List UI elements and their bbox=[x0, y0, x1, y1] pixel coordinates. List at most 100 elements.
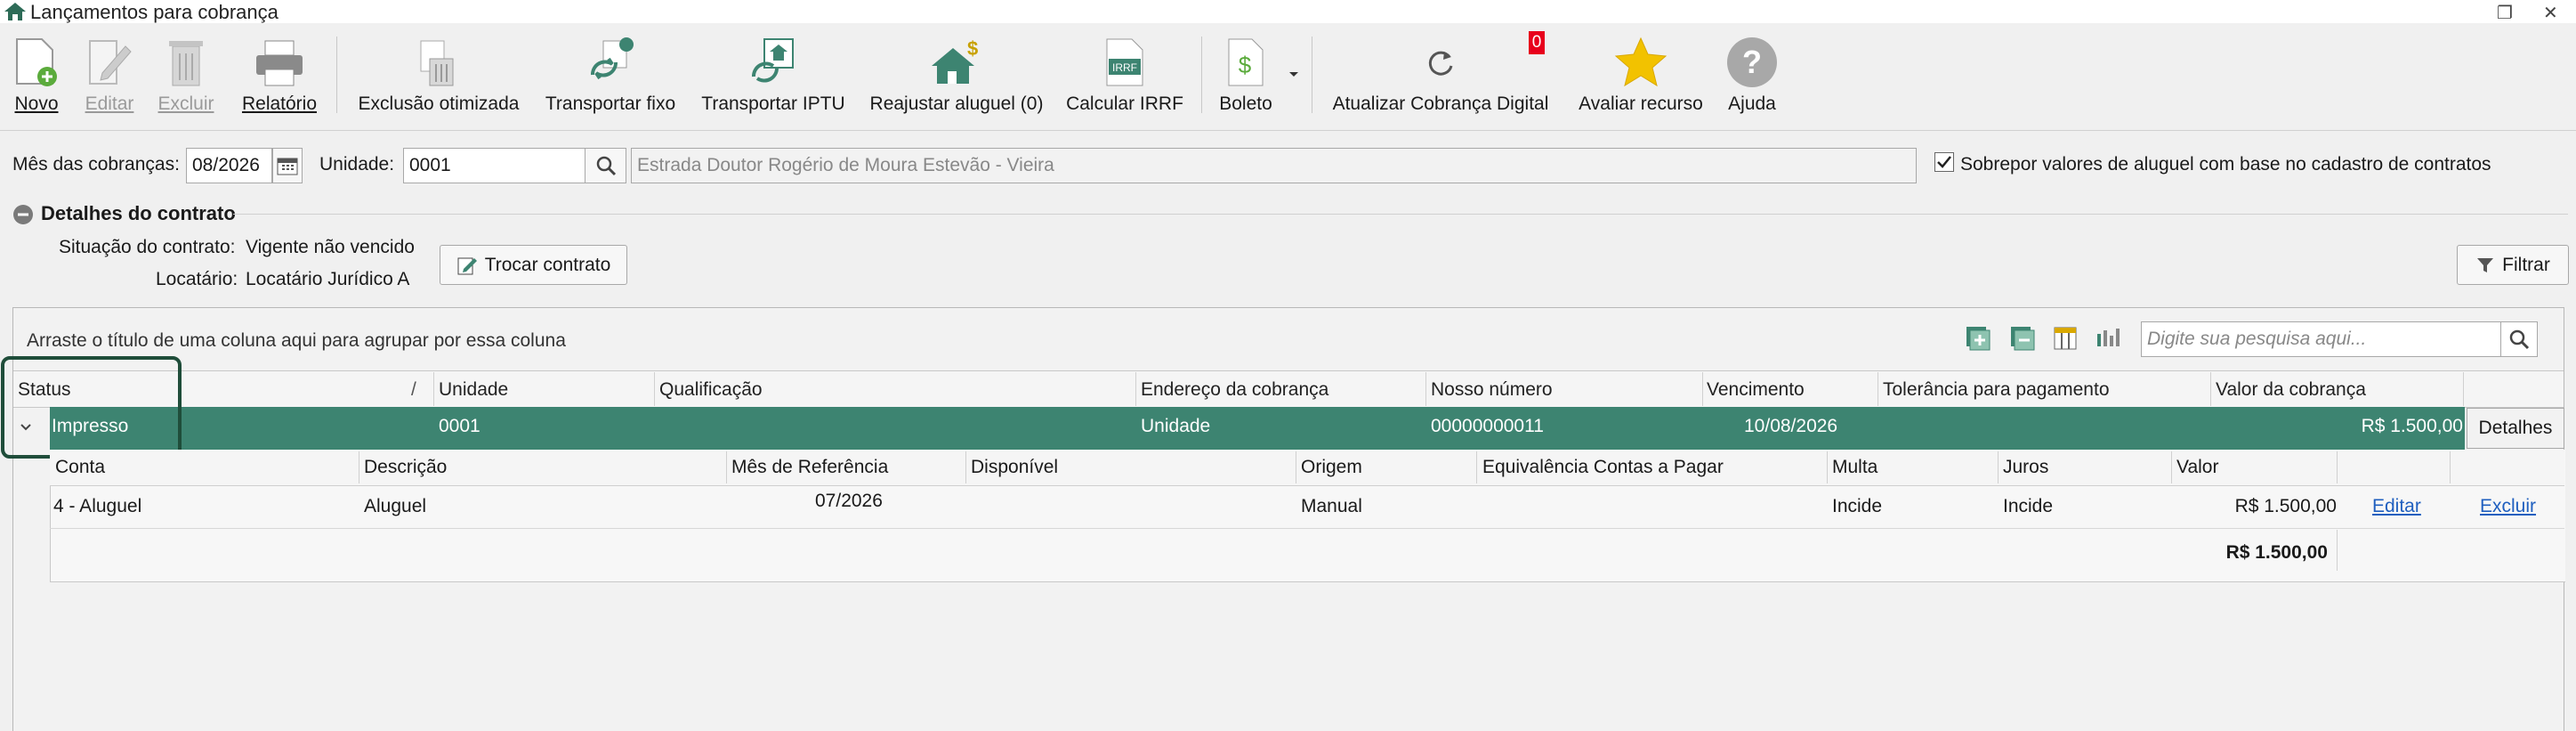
details-button[interactable]: Detalhes bbox=[2467, 408, 2564, 449]
new-document-icon bbox=[16, 38, 57, 86]
restore-icon[interactable]: ❐ bbox=[2497, 2, 2513, 24]
column-header-unit[interactable]: Unidade bbox=[439, 379, 508, 401]
header-divider bbox=[2450, 451, 2451, 483]
edit-entry-link[interactable]: Editar bbox=[2372, 496, 2421, 517]
detail-row[interactable]: 4 - Aluguel Aluguel 07/2026 Manual Incid… bbox=[50, 485, 2564, 529]
irrf-icon: IRRF bbox=[1106, 38, 1143, 86]
detail-description: Aluguel bbox=[364, 496, 427, 516]
header-divider bbox=[2337, 451, 2338, 483]
svg-text:?: ? bbox=[1742, 44, 1762, 80]
row-charge-value: R$ 1.500,00 bbox=[2361, 416, 2463, 436]
calculate-irrf-button[interactable]: IRRF Calcular IRRF bbox=[1062, 24, 1187, 124]
transport-fixed-label: Transportar fixo bbox=[545, 93, 676, 114]
delete-button[interactable]: Excluir bbox=[153, 24, 219, 124]
detail-header-fine[interactable]: Multa bbox=[1832, 457, 1877, 478]
search-icon bbox=[596, 156, 616, 176]
collapse-section-icon[interactable] bbox=[12, 204, 34, 225]
edit-label: Editar bbox=[85, 93, 134, 114]
header-divider bbox=[2463, 372, 2464, 406]
tenant-label: Locatário: bbox=[156, 269, 238, 289]
readjust-rent-button[interactable]: $ Reajustar aluguel (0) bbox=[863, 24, 1050, 124]
transport-iptu-button[interactable]: Transportar IPTU bbox=[699, 24, 847, 124]
detail-header-origin[interactable]: Origem bbox=[1301, 457, 1362, 478]
transport-fixed-button[interactable]: Transportar fixo bbox=[539, 24, 682, 124]
svg-text:$: $ bbox=[967, 37, 978, 60]
detail-header-payables-equivalence[interactable]: Equivalência Contas a Pagar bbox=[1482, 457, 1724, 478]
grid-settings-icon[interactable] bbox=[2095, 325, 2121, 352]
boleto-button[interactable]: $ Boleto bbox=[1210, 24, 1281, 124]
report-button[interactable]: Relatório bbox=[237, 24, 322, 124]
help-button[interactable]: ? Ajuda bbox=[1719, 24, 1785, 124]
close-icon[interactable]: ✕ bbox=[2543, 2, 2558, 24]
unit-search-button[interactable] bbox=[585, 148, 626, 183]
header-divider bbox=[2171, 451, 2172, 483]
detail-header-account[interactable]: Conta bbox=[55, 457, 105, 478]
address-field: Estrada Doutor Rogério de Moura Estevão … bbox=[631, 148, 1917, 183]
column-header-billing-address[interactable]: Endereço da cobrança bbox=[1141, 379, 1328, 401]
column-header-qualification[interactable]: Qualificação bbox=[659, 379, 763, 401]
unit-label: Unidade: bbox=[319, 154, 395, 175]
printer-icon bbox=[256, 40, 303, 86]
refresh-icon bbox=[1428, 51, 1453, 76]
readjust-rent-icon: $ bbox=[932, 37, 978, 84]
header-divider bbox=[1476, 451, 1477, 483]
change-contract-button[interactable]: Trocar contrato bbox=[440, 245, 627, 285]
header-divider bbox=[965, 451, 966, 483]
detail-header-interest[interactable]: Juros bbox=[2003, 457, 2048, 478]
row-our-number: 00000000011 bbox=[1431, 416, 1544, 436]
rate-feature-label: Avaliar recurso bbox=[1579, 93, 1703, 114]
column-header-our-number[interactable]: Nosso número bbox=[1431, 379, 1553, 401]
total-divider bbox=[2337, 530, 2338, 571]
grid-search-button[interactable] bbox=[2500, 321, 2538, 357]
column-header-charge-value[interactable]: Valor da cobrança bbox=[2216, 379, 2366, 401]
header-divider bbox=[1877, 372, 1878, 406]
unit-input[interactable]: 0001 bbox=[403, 148, 586, 183]
optimized-delete-label: Exclusão otimizada bbox=[358, 93, 520, 114]
override-checkbox[interactable] bbox=[1934, 152, 1954, 172]
filter-button[interactable]: Filtrar bbox=[2457, 245, 2569, 285]
collapse-all-icon[interactable] bbox=[2009, 325, 2036, 352]
header-divider bbox=[1425, 372, 1426, 406]
detail-header-available[interactable]: Disponível bbox=[971, 457, 1058, 478]
transport-iptu-label: Transportar IPTU bbox=[701, 93, 845, 114]
detail-header-value[interactable]: Valor bbox=[2176, 457, 2218, 478]
detail-reference-month: 07/2026 bbox=[815, 491, 883, 511]
override-label: Sobrepor valores de aluguel com base no … bbox=[1960, 154, 2491, 175]
edit-button[interactable]: Editar bbox=[78, 24, 141, 124]
header-divider bbox=[2210, 372, 2211, 406]
rate-feature-button[interactable]: Avaliar recurso bbox=[1575, 24, 1707, 124]
new-label: Novo bbox=[14, 93, 59, 114]
column-header-payment-tolerance[interactable]: Tolerância para pagamento bbox=[1883, 379, 2110, 401]
optimized-delete-button[interactable]: Exclusão otimizada bbox=[352, 24, 525, 124]
update-digital-billing-label: Atualizar Cobrança Digital bbox=[1332, 93, 1549, 114]
header-divider bbox=[1998, 451, 1999, 483]
status-highlight-frame bbox=[1, 356, 182, 459]
window-title: Lançamentos para cobrança bbox=[30, 1, 279, 23]
calendar-button[interactable] bbox=[272, 148, 303, 183]
change-contract-icon bbox=[457, 257, 477, 274]
calendar-icon bbox=[277, 158, 298, 175]
help-icon: ? bbox=[1727, 37, 1777, 87]
row-due-date: 10/08/2026 bbox=[1744, 416, 1838, 436]
detail-header-reference-month[interactable]: Mês de Referência bbox=[731, 457, 888, 478]
tenant-value: Locatário Jurídico A bbox=[246, 269, 410, 289]
delete-entry-link[interactable]: Excluir bbox=[2480, 496, 2536, 517]
grid-search-input[interactable]: Digite sua pesquisa aqui... bbox=[2141, 321, 2502, 357]
month-label: Mês das cobranças: bbox=[12, 154, 180, 175]
column-header-due-date[interactable]: Vencimento bbox=[1707, 379, 1805, 401]
contract-section-title: Detalhes do contrato bbox=[41, 202, 236, 224]
month-input[interactable]: 08/2026 bbox=[186, 148, 272, 183]
columns-chooser-icon[interactable] bbox=[2052, 325, 2079, 352]
table-row[interactable]: Impresso 0001 Unidade 00000000011 10/08/… bbox=[50, 407, 2465, 450]
update-digital-billing-button[interactable]: Atualizar Cobrança Digital bbox=[1324, 24, 1557, 124]
header-divider bbox=[726, 451, 727, 483]
expand-all-icon[interactable] bbox=[1965, 325, 1991, 352]
contract-status-value: Vigente não vencido bbox=[246, 237, 415, 257]
new-button[interactable]: Novo bbox=[4, 24, 69, 124]
optimized-delete-icon bbox=[420, 40, 454, 86]
toolbar-divider bbox=[0, 130, 2576, 131]
boleto-dropdown-icon[interactable] bbox=[1288, 70, 1300, 79]
search-icon bbox=[2509, 329, 2530, 350]
detail-header-description[interactable]: Descrição bbox=[364, 457, 447, 478]
detail-interest: Incide bbox=[2003, 496, 2054, 516]
